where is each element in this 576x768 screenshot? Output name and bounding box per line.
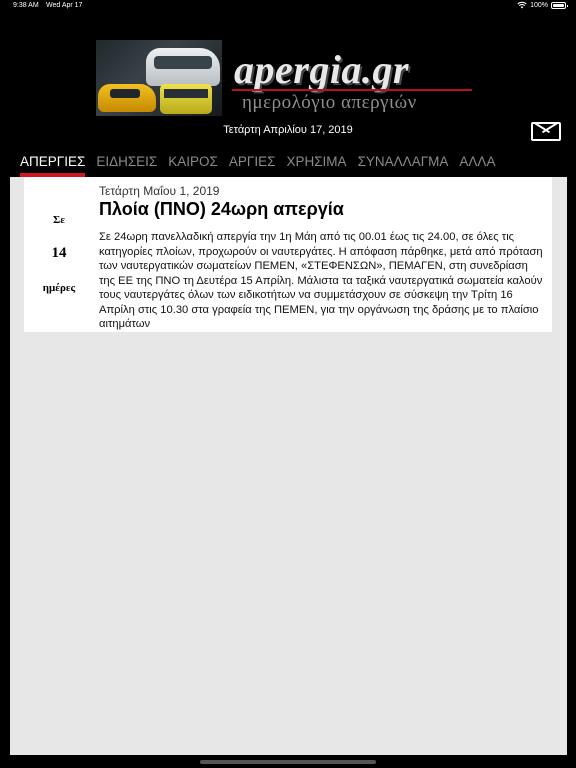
content-panel[interactable]: Σε 14 ημέρες Τετάρτη Μαΐου 1, 2019 Πλοία… bbox=[10, 177, 567, 755]
brand-tagline: ημερολόγιο απεργιών bbox=[242, 92, 417, 113]
strike-article: Τετάρτη Μαΐου 1, 2019 Πλοία (ΠΝΟ) 24ωρη … bbox=[99, 184, 544, 332]
countdown-suffix: ημέρες bbox=[42, 282, 76, 294]
status-date: Wed Apr 17 bbox=[46, 2, 83, 9]
mail-icon[interactable] bbox=[531, 122, 561, 141]
strike-title[interactable]: Πλοία (ΠΝΟ) 24ωρη απεργία bbox=[99, 199, 544, 220]
current-date: Τετάρτη Απριλίου 17, 2019 bbox=[223, 124, 353, 136]
strike-body: Σε 24ωρη πανελλαδική απεργία την 1η Μάη … bbox=[99, 231, 543, 330]
strike-card[interactable]: Σε 14 ημέρες Τετάρτη Μαΐου 1, 2019 Πλοία… bbox=[24, 177, 552, 332]
strike-date: Τετάρτη Μαΐου 1, 2019 bbox=[99, 184, 220, 198]
tab-alla[interactable]: ΑΛΛΑ bbox=[459, 154, 495, 175]
brand-name: apergia.gr bbox=[234, 47, 409, 92]
tab-xrisima[interactable]: ΧΡΗΣΙΜΑ bbox=[286, 154, 346, 175]
tab-kairos[interactable]: ΚΑΙΡΟΣ bbox=[168, 154, 218, 175]
home-indicator[interactable] bbox=[200, 760, 376, 764]
tab-argies[interactable]: ΑΡΓΙΕΣ bbox=[229, 154, 276, 175]
taxi-image bbox=[98, 84, 156, 112]
logo-photo bbox=[96, 40, 222, 116]
bus-image bbox=[160, 84, 212, 114]
brand-underline bbox=[232, 89, 472, 91]
battery-icon bbox=[551, 1, 568, 9]
tab-synallagma[interactable]: ΣΥΝΑΛΛΑΓΜΑ bbox=[358, 154, 449, 175]
countdown-days: 14 bbox=[51, 245, 67, 261]
tab-bar: ΑΠΕΡΓΙΕΣ ΕΙΔΗΣΕΙΣ ΚΑΙΡΟΣ ΑΡΓΙΕΣ ΧΡΗΣΙΜΑ … bbox=[20, 154, 495, 177]
status-right: 100% bbox=[517, 1, 568, 9]
battery-percent: 100% bbox=[530, 1, 548, 9]
status-bar: 9:38 AM Wed Apr 17 100% bbox=[0, 0, 576, 12]
wifi-icon bbox=[517, 1, 527, 9]
tab-eidiseis[interactable]: ΕΙΔΗΣΕΙΣ bbox=[96, 154, 157, 175]
tab-apergies[interactable]: ΑΠΕΡΓΙΕΣ bbox=[20, 154, 86, 177]
tram-image bbox=[146, 48, 220, 86]
countdown-prefix: Σε bbox=[53, 214, 65, 226]
status-time: 9:38 AM bbox=[13, 2, 39, 9]
app-logo[interactable]: apergia.gr ημερολόγιο απεργιών bbox=[96, 38, 480, 118]
